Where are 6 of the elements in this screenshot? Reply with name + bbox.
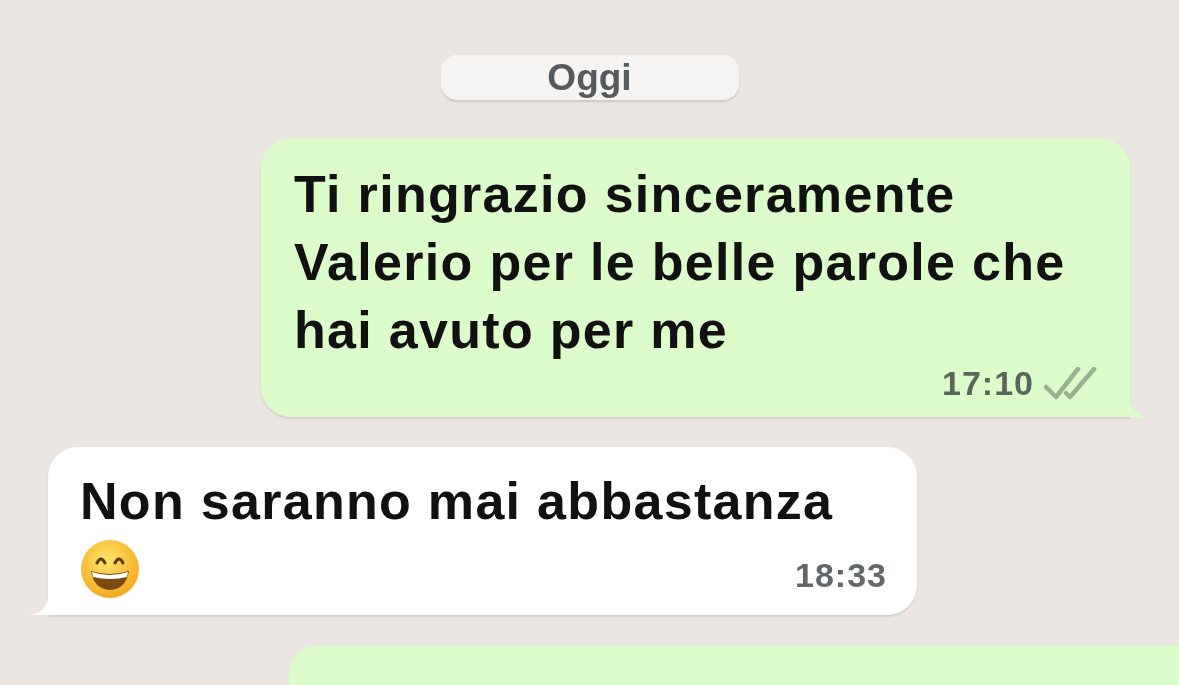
date-chip: Oggi (440, 55, 739, 100)
message-time: 17:10 (942, 364, 1034, 403)
message-text: Ti ringrazio sinceramente Valerio per le belle parole che hai avuto per me (294, 164, 1067, 361)
message-text: Non saranno mai abbastanza (80, 471, 835, 532)
grinning-face-icon (80, 539, 140, 599)
message-time: 18:33 (795, 556, 887, 595)
